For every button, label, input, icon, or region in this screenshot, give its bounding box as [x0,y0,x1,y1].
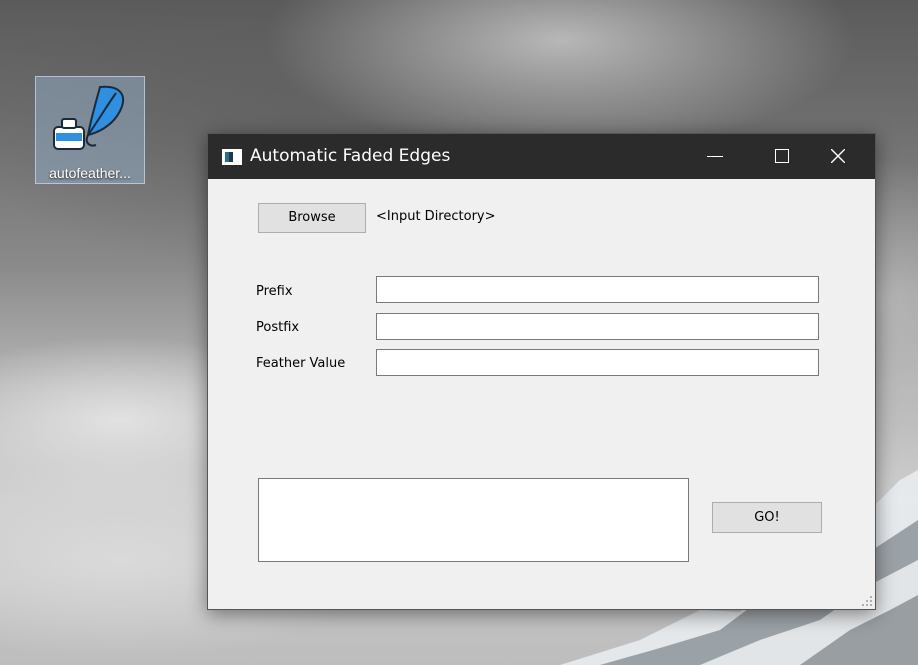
app-window-icon [222,149,242,165]
prefix-input[interactable] [376,276,819,303]
desktop-shortcut-label: autofeather... [49,165,131,181]
desktop-shortcut-autofeather[interactable]: autofeather... [35,76,145,184]
maximize-icon [775,149,789,163]
feather-value-input[interactable] [376,349,819,376]
browse-button[interactable]: Browse [258,203,366,233]
prefix-label: Prefix [256,284,293,299]
postfix-input[interactable] [376,313,819,340]
quill-ink-icon [53,85,125,150]
close-button[interactable] [815,134,861,179]
postfix-label: Postfix [256,320,300,335]
maximize-button[interactable] [759,134,805,179]
close-icon [831,149,845,163]
resize-grip-icon[interactable] [861,595,873,607]
window-title: Automatic Faded Edges [250,146,451,166]
minimize-icon [707,156,723,157]
minimize-button[interactable] [691,134,737,179]
app-window: Automatic Faded Edges Browse <Input Dire… [207,133,876,610]
title-bar[interactable]: Automatic Faded Edges [208,134,875,179]
input-directory-label: <Input Directory> [376,209,496,224]
go-button[interactable]: GO! [712,502,822,533]
feather-value-label: Feather Value [256,356,346,371]
output-log-textarea[interactable] [258,478,689,562]
